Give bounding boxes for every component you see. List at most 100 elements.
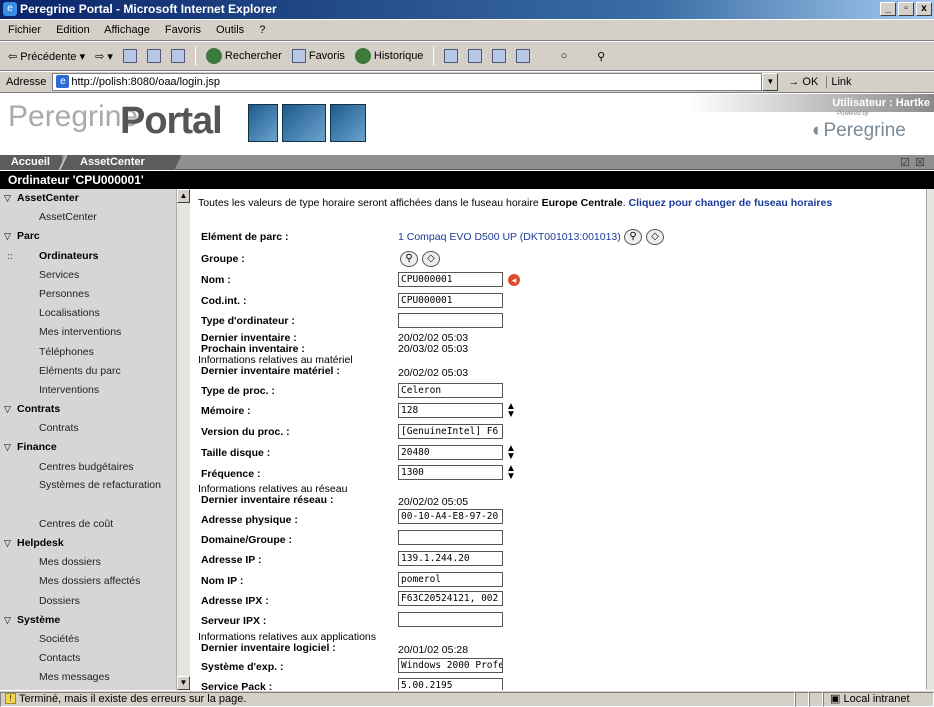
close-icon[interactable]: x xyxy=(916,2,932,16)
element-link[interactable]: 1 Compaq EVO D500 UP (DKT001013:001013) xyxy=(398,231,621,243)
menu-help[interactable]: ? xyxy=(259,24,265,36)
sidebar-section[interactable]: Système xyxy=(0,611,176,630)
restore-icon[interactable]: ▫ xyxy=(898,2,914,16)
nomip-input[interactable]: pomerol xyxy=(398,572,503,587)
sidebar-section[interactable]: Helpdesk xyxy=(0,534,176,553)
type-input[interactable] xyxy=(398,313,503,328)
menu-fichier[interactable]: Fichier xyxy=(8,24,41,36)
address-dropdown-icon[interactable]: ▼ xyxy=(762,73,779,91)
change-timezone-link[interactable]: Cliquez pour changer de fuseau horaires xyxy=(629,197,833,209)
taille-input[interactable]: 20480 xyxy=(398,445,503,460)
separator xyxy=(194,46,196,66)
edit-icon[interactable] xyxy=(492,49,507,63)
adrphys-label: Adresse physique : xyxy=(201,514,298,526)
nom-input[interactable]: CPU000001 xyxy=(398,272,503,287)
sidebar-item[interactable]: Centres budgétaires xyxy=(0,458,176,477)
sidebar-item[interactable]: Contrats xyxy=(0,419,176,438)
tab-assetcenter[interactable]: AssetCenter xyxy=(74,155,151,170)
scroll-down-icon[interactable]: ▼ xyxy=(177,676,190,690)
sp-input[interactable]: 5.00.2195 xyxy=(398,678,503,690)
eraser-icon[interactable]: ◇ xyxy=(646,229,664,245)
discuss-icon[interactable] xyxy=(516,49,531,63)
serveuripx-input[interactable] xyxy=(398,612,503,627)
minimize-icon[interactable]: _ xyxy=(880,2,896,16)
dern-log-value: 20/01/02 05:28 xyxy=(398,644,469,656)
mail-icon[interactable] xyxy=(444,49,459,63)
content-scrollbar[interactable] xyxy=(926,189,934,690)
links-button[interactable]: Link xyxy=(826,76,852,88)
tab-accueil[interactable]: Accueil xyxy=(0,155,62,170)
sidebar-item[interactable]: Dossiers xyxy=(0,592,176,611)
sidebar-item[interactable]: Services xyxy=(0,266,176,285)
warning-icon[interactable]: ! xyxy=(5,693,16,705)
arrow-left-icon[interactable]: ◂ xyxy=(508,274,520,286)
magnifier-icon[interactable]: ⚲ xyxy=(624,229,642,245)
menu-edition[interactable]: Edition xyxy=(56,24,90,36)
sidebar-section[interactable]: Parc xyxy=(0,227,176,246)
sidebar-scrollbar[interactable]: ▲ ▼ xyxy=(176,189,190,690)
freq-label: Fréquence : xyxy=(201,468,261,480)
sidebar-item[interactable]: Centres de coût xyxy=(0,515,176,534)
search-button[interactable]: Rechercher xyxy=(205,48,282,64)
sidebar-item[interactable]: Ordinateurs xyxy=(0,247,176,266)
sidebar-section[interactable]: Finance xyxy=(0,438,176,457)
taille-stepper[interactable]: ▲ ▼ xyxy=(506,444,516,462)
home-icon[interactable] xyxy=(170,49,185,63)
sidebar-item[interactable]: Sociétés xyxy=(0,630,176,649)
serveuripx-label: Serveur IPX : xyxy=(201,615,267,627)
dern-mat-label: Dernier inventaire matériel : xyxy=(201,365,340,377)
close-panel-icon[interactable]: ☒ xyxy=(915,156,925,169)
sidebar-section[interactable]: Contrats xyxy=(0,400,176,419)
sidebar-item[interactable]: Localisations xyxy=(0,304,176,323)
sidebar-item[interactable]: AssetCenter xyxy=(0,208,176,227)
sidebar-item[interactable]: Mes dossiers affectés xyxy=(0,572,176,591)
sidebar-item[interactable]: Eléments du parc xyxy=(0,362,176,381)
memoire-input[interactable]: 128 xyxy=(398,403,503,418)
user-icon[interactable]: ⚲ xyxy=(597,50,605,63)
print-icon[interactable] xyxy=(468,49,483,63)
freq-input[interactable]: 1300 xyxy=(398,465,503,480)
domaine-input[interactable] xyxy=(398,530,503,545)
history-button[interactable]: Historique xyxy=(354,48,423,64)
favorites-button[interactable]: Favoris xyxy=(291,49,345,63)
adrphys-input[interactable]: 00-10-A4-E8-97-20 xyxy=(398,509,503,524)
menu-affichage[interactable]: Affichage xyxy=(104,24,150,36)
ie-icon: e xyxy=(3,2,17,16)
sidebar-item[interactable]: Téléphones xyxy=(0,343,176,362)
version-input[interactable]: [GenuineIntel] F6 M xyxy=(398,424,503,439)
groupe-label: Groupe : xyxy=(201,253,245,265)
address-input[interactable]: http://polish:8080/oaa/login.jsp xyxy=(52,73,763,91)
sysexp-input[interactable]: Windows 2000 Profe xyxy=(398,658,503,673)
menu-outils[interactable]: Outils xyxy=(216,24,244,36)
stop-icon[interactable] xyxy=(122,49,137,63)
scroll-up-icon[interactable]: ▲ xyxy=(177,189,190,203)
refresh-icon[interactable] xyxy=(146,49,161,63)
eraser-icon[interactable]: ◇ xyxy=(422,251,440,267)
sidebar-section[interactable]: AssetCenter xyxy=(0,189,176,208)
sidebar-item[interactable]: Interventions xyxy=(0,381,176,400)
check-icon[interactable]: ☑ xyxy=(900,156,910,169)
codint-input[interactable]: CPU000001 xyxy=(398,293,503,308)
sidebar-item[interactable]: Mes messages xyxy=(0,668,176,687)
dern-mat-value: 20/02/02 05:03 xyxy=(398,367,469,379)
freq-stepper[interactable]: ▲ ▼ xyxy=(506,464,516,482)
sidebar-item[interactable]: Contacts xyxy=(0,649,176,668)
banner-photo xyxy=(282,104,326,142)
separator xyxy=(433,46,435,66)
sidebar-item[interactable]: Mes dossiers xyxy=(0,553,176,572)
memoire-stepper[interactable]: ▲ ▼ xyxy=(506,402,516,420)
sp-label: Service Pack : xyxy=(201,681,273,690)
sidebar-item[interactable]: Personnes xyxy=(0,285,176,304)
domaine-label: Domaine/Groupe : xyxy=(201,534,293,546)
menu-favoris[interactable]: Favoris xyxy=(165,24,201,36)
forward-button[interactable]: ⇨ ▾ xyxy=(95,50,113,63)
sidebar-item[interactable]: Mes interventions xyxy=(0,323,176,342)
typeproc-input[interactable]: Celeron xyxy=(398,383,503,398)
ip-input[interactable]: 139.1.244.20 xyxy=(398,551,503,566)
go-button[interactable]: → OK xyxy=(788,76,818,88)
messenger-icon[interactable]: ○ xyxy=(560,50,567,62)
ipx-input[interactable]: F63C20524121, 002 xyxy=(398,591,503,606)
magnifier-icon[interactable]: ⚲ xyxy=(400,251,418,267)
back-button[interactable]: ⇦ Précédente ▾ xyxy=(8,50,85,63)
sidebar-item[interactable]: Systèmes de refacturation xyxy=(0,477,176,515)
